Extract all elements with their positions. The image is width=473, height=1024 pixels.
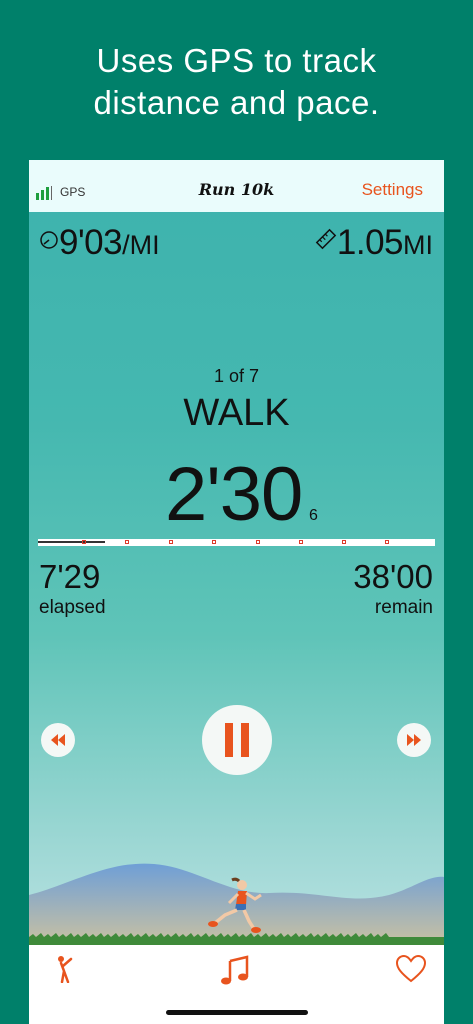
hills-scene <box>29 863 444 945</box>
phone-screen: GPS Run 10k Settings 9'03/MI 1.05MI 1 of… <box>29 160 444 1024</box>
home-indicator[interactable] <box>166 1010 308 1015</box>
remaining-time: 38'00 <box>353 558 433 595</box>
status-bar: GPS Run 10k Settings <box>29 160 444 212</box>
elapsed-label: elapsed <box>39 597 106 618</box>
pace-value: 9'03 <box>59 223 123 262</box>
pace-unit: /MI <box>122 230 160 260</box>
distance-display: 1.05MI <box>315 223 433 263</box>
signal-bars-icon <box>36 186 54 200</box>
tab-workouts[interactable] <box>55 955 75 988</box>
promo-headline: Uses GPS to track distance and pace. <box>0 40 473 124</box>
pause-icon <box>225 723 249 757</box>
pause-button[interactable] <box>202 705 272 775</box>
gps-label: GPS <box>60 185 86 199</box>
settings-button[interactable]: Settings <box>362 180 423 200</box>
ruler-icon <box>315 228 337 250</box>
workout-progress-bar <box>38 539 435 546</box>
interval-tick <box>82 540 86 544</box>
interval-tick <box>212 540 216 544</box>
grass <box>29 937 444 945</box>
distance-unit: MI <box>403 230 433 260</box>
fast-forward-icon <box>407 734 421 746</box>
tab-favorites[interactable] <box>395 954 427 988</box>
remaining-label: remain <box>374 597 433 618</box>
tab-music[interactable] <box>220 955 250 990</box>
interval-tick <box>342 540 346 544</box>
previous-interval-button[interactable] <box>41 723 75 757</box>
interval-tick <box>385 540 389 544</box>
interval-count: 1 of 7 <box>213 366 260 386</box>
interval-tick <box>169 540 173 544</box>
rewind-icon <box>51 734 65 746</box>
distance-value: 1.05 <box>336 223 404 262</box>
interval-tick <box>125 540 129 544</box>
music-note-icon <box>221 955 249 985</box>
next-interval-button[interactable] <box>397 723 431 757</box>
pace-display: 9'03/MI <box>39 223 160 263</box>
stretching-runner-icon <box>58 956 73 984</box>
headline-line-2: distance and pace. <box>93 84 380 121</box>
progress-fill <box>38 541 106 543</box>
interval-tick <box>256 540 260 544</box>
countdown-tenths: 6 <box>309 507 318 524</box>
interval-tick <box>299 540 303 544</box>
interval-countdown: 2'30 <box>165 452 303 537</box>
heart-icon <box>395 954 427 983</box>
elapsed-time: 7'29 <box>39 558 101 595</box>
tab-bar <box>29 945 444 1024</box>
interval-name: WALK <box>183 392 290 434</box>
stopwatch-icon <box>40 231 58 249</box>
headline-line-1: Uses GPS to track <box>96 42 377 79</box>
